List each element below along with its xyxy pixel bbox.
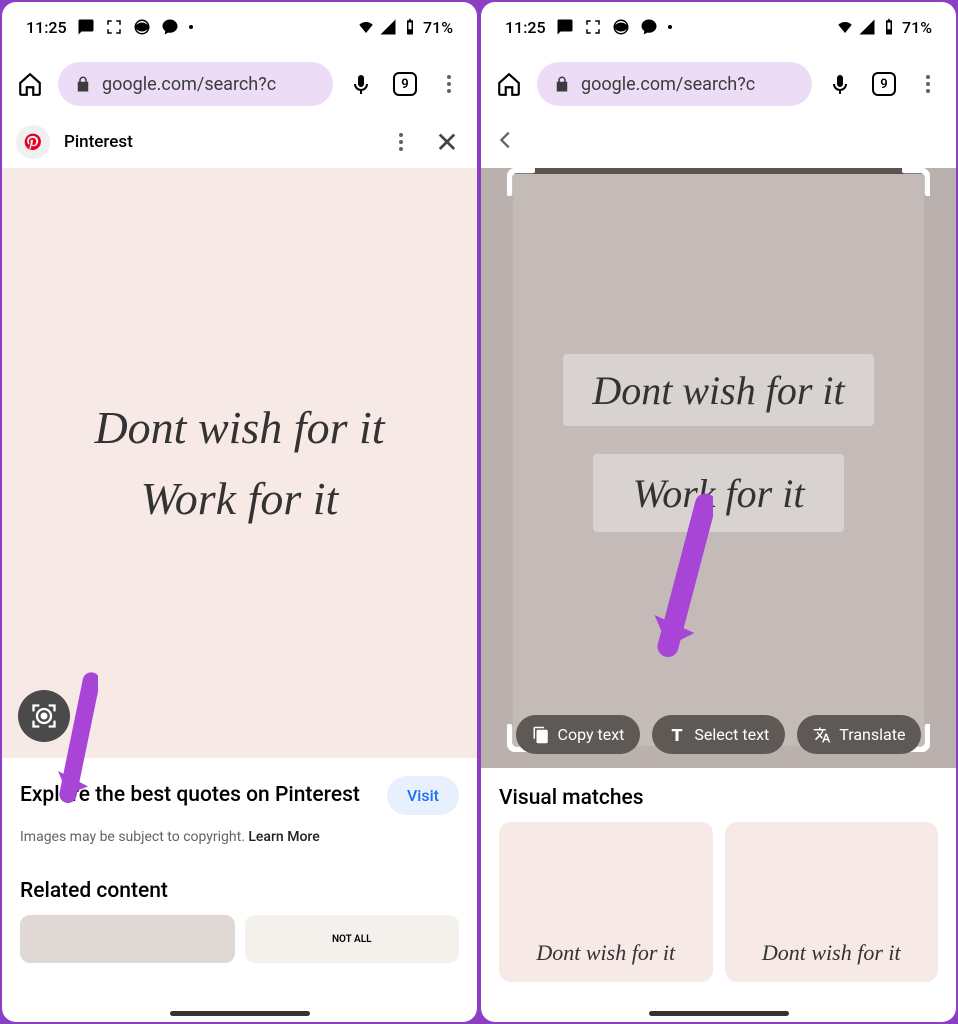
related-thumbnail[interactable] <box>20 915 235 963</box>
crop-handle-icon[interactable] <box>507 168 535 196</box>
detected-text-line[interactable]: Dont wish for it <box>563 354 874 426</box>
detected-text-line[interactable]: Work for it <box>593 454 844 532</box>
quote-line-2: Work for it <box>141 472 339 525</box>
browser-toolbar: google.com/search?c 9 <box>481 52 956 116</box>
message-icon <box>77 18 95 36</box>
overflow-menu-button[interactable] <box>433 68 465 100</box>
url-bar[interactable]: google.com/search?c <box>537 62 812 106</box>
wifi-icon <box>836 18 854 36</box>
tabs-count: 9 <box>872 72 896 96</box>
image-title: Explore the best quotes on Pinterest <box>20 782 375 809</box>
translate-button[interactable]: Translate <box>797 715 921 754</box>
copyright-notice: Images may be subject to copyright. Lear… <box>2 821 477 859</box>
wifi-icon <box>357 18 375 36</box>
lock-icon <box>553 75 571 93</box>
select-text-button[interactable]: Select text <box>652 715 785 754</box>
battery-percent: 71% <box>902 18 932 37</box>
phone-screenshot-left: 11:25 71% google.com/search?c 9 <box>2 2 477 1022</box>
home-button[interactable] <box>493 68 525 100</box>
image-detail-row: Explore the best quotes on Pinterest Vis… <box>2 758 477 821</box>
url-text: google.com/search?c <box>102 74 276 95</box>
tabs-count: 9 <box>393 72 417 96</box>
chat-icon <box>161 18 179 36</box>
lens-back-header <box>481 116 956 168</box>
learn-more-link[interactable]: Learn More <box>248 829 319 845</box>
quote-image[interactable]: Dont wish for it Work for it <box>2 168 477 758</box>
crop-frame[interactable]: Dont wish for it Work for it <box>513 168 924 746</box>
mic-button[interactable] <box>824 68 856 100</box>
visual-match-tile[interactable]: Dont wish for it <box>725 822 939 982</box>
battery-icon <box>880 18 898 36</box>
nav-handle[interactable] <box>170 1011 310 1016</box>
status-bar: 11:25 71% <box>481 2 956 52</box>
carrier-icon <box>612 18 630 36</box>
tabs-button[interactable]: 9 <box>389 68 421 100</box>
image-source-header: Pinterest ✕ <box>2 116 477 168</box>
copy-text-button[interactable]: Copy text <box>516 715 641 754</box>
status-bar: 11:25 71% <box>2 2 477 52</box>
clock: 11:25 <box>26 18 67 37</box>
url-text: google.com/search?c <box>581 74 755 95</box>
related-thumbnails: NOT ALL <box>2 915 477 963</box>
visual-matches-grid: Dont wish for it Dont wish for it <box>481 822 956 982</box>
back-button[interactable] <box>495 129 517 155</box>
text-icon <box>668 726 686 744</box>
related-content-heading: Related content <box>2 859 477 915</box>
quote-line-1: Dont wish for it <box>94 401 384 454</box>
close-button[interactable]: ✕ <box>431 126 463 159</box>
tabs-button[interactable]: 9 <box>868 68 900 100</box>
pinterest-logo-icon <box>16 125 50 159</box>
url-bar[interactable]: google.com/search?c <box>58 62 333 106</box>
nav-handle[interactable] <box>649 1011 789 1016</box>
phone-screenshot-right: 11:25 71% google.com/search?c 9 <box>481 2 956 1022</box>
more-options-button[interactable] <box>385 133 417 151</box>
copy-icon <box>532 726 550 744</box>
google-lens-button[interactable] <box>18 690 70 742</box>
screenshot-icon <box>584 18 602 36</box>
chat-icon <box>640 18 658 36</box>
overflow-menu-button[interactable] <box>912 68 944 100</box>
visual-match-tile[interactable]: Dont wish for it <box>499 822 713 982</box>
lens-crop-area[interactable]: Dont wish for it Work for it Copy text S… <box>481 168 956 768</box>
screenshot-icon <box>105 18 123 36</box>
lock-icon <box>74 75 92 93</box>
source-name[interactable]: Pinterest <box>64 132 133 152</box>
signal-icon <box>858 18 876 36</box>
home-button[interactable] <box>14 68 46 100</box>
battery-icon <box>401 18 419 36</box>
related-thumbnail[interactable]: NOT ALL <box>245 915 460 963</box>
browser-toolbar: google.com/search?c 9 <box>2 52 477 116</box>
visual-matches-heading: Visual matches <box>481 768 956 822</box>
dot-icon <box>668 25 672 29</box>
battery-percent: 71% <box>423 18 453 37</box>
message-icon <box>556 18 574 36</box>
dot-icon <box>189 25 193 29</box>
visit-button[interactable]: Visit <box>387 776 459 815</box>
carrier-icon <box>133 18 151 36</box>
mic-button[interactable] <box>345 68 377 100</box>
lens-action-bar: Copy text Select text Translate <box>491 715 946 754</box>
crop-handle-icon[interactable] <box>902 168 930 196</box>
translate-icon <box>813 726 831 744</box>
clock: 11:25 <box>505 18 546 37</box>
signal-icon <box>379 18 397 36</box>
